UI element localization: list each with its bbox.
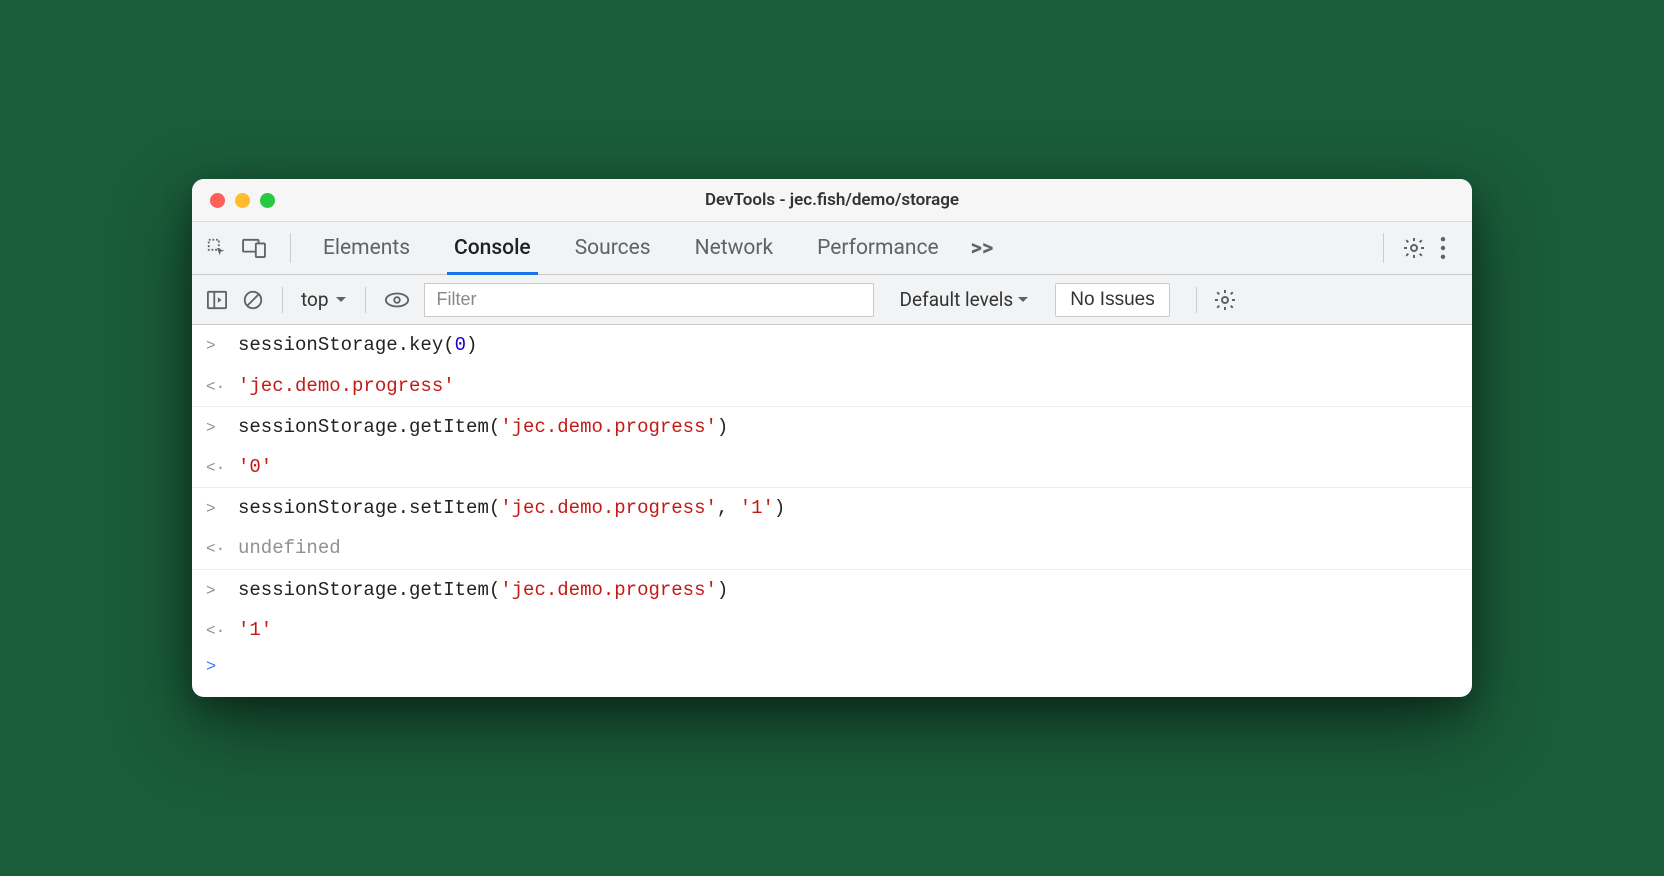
window-title: DevTools - jec.fish/demo/storage xyxy=(705,190,959,210)
code-text: '0' xyxy=(238,450,272,484)
chevron-down-icon xyxy=(1017,296,1029,304)
close-window-button[interactable] xyxy=(210,193,225,208)
code-text: undefined xyxy=(238,531,341,565)
clear-console-icon[interactable] xyxy=(242,289,264,311)
context-label: top xyxy=(301,288,329,311)
input-marker-icon: > xyxy=(206,577,238,606)
prompt-marker-icon: > xyxy=(206,653,238,684)
live-expression-icon[interactable] xyxy=(384,291,410,309)
console-output-row: <·'jec.demo.progress' xyxy=(192,366,1472,406)
traffic-lights xyxy=(210,193,275,208)
console-input-row: >sessionStorage.getItem('jec.demo.progre… xyxy=(192,406,1472,447)
tab-console[interactable]: Console xyxy=(432,222,553,274)
more-tabs-icon[interactable]: >> xyxy=(961,236,1004,261)
inspect-element-icon[interactable] xyxy=(206,237,228,259)
console-settings-icon[interactable] xyxy=(1213,288,1237,312)
log-levels-selector[interactable]: Default levels xyxy=(900,288,1030,311)
maximize-window-button[interactable] xyxy=(260,193,275,208)
code-text: sessionStorage.key(0) xyxy=(238,328,477,362)
console-toolbar: top Default levels No Issues xyxy=(192,275,1472,325)
output-marker-icon: <· xyxy=(206,617,238,646)
divider xyxy=(1383,233,1384,263)
divider xyxy=(290,233,291,263)
chevron-down-icon xyxy=(335,296,347,304)
main-toolbar: Elements Console Sources Network Perform… xyxy=(192,221,1472,275)
output-marker-icon: <· xyxy=(206,535,238,564)
code-text: '1' xyxy=(238,613,272,647)
console-output-row: <·'0' xyxy=(192,447,1472,487)
devtools-window: DevTools - jec.fish/demo/storage Element… xyxy=(192,179,1472,696)
tabs: Elements Console Sources Network Perform… xyxy=(301,222,1003,274)
input-marker-icon: > xyxy=(206,495,238,524)
titlebar: DevTools - jec.fish/demo/storage xyxy=(192,179,1472,221)
input-marker-icon: > xyxy=(206,332,238,361)
tab-sources[interactable]: Sources xyxy=(553,222,673,274)
context-selector[interactable]: top xyxy=(301,288,347,311)
code-text: sessionStorage.setItem('jec.demo.progres… xyxy=(238,491,785,525)
console-output: >sessionStorage.key(0)<·'jec.demo.progre… xyxy=(192,325,1472,696)
divider xyxy=(365,287,366,313)
settings-icon[interactable] xyxy=(1402,236,1426,260)
console-input-row: >sessionStorage.getItem('jec.demo.progre… xyxy=(192,569,1472,610)
toggle-sidebar-icon[interactable] xyxy=(206,290,228,310)
code-text: sessionStorage.getItem('jec.demo.progres… xyxy=(238,410,728,444)
console-output-row: <·undefined xyxy=(192,528,1472,568)
device-toolbar-icon[interactable] xyxy=(242,238,266,258)
output-marker-icon: <· xyxy=(206,454,238,483)
tab-performance[interactable]: Performance xyxy=(795,222,960,274)
divider xyxy=(1196,287,1197,313)
console-prompt-row[interactable]: > xyxy=(192,650,1472,687)
console-output-row: <·'1' xyxy=(192,610,1472,650)
minimize-window-button[interactable] xyxy=(235,193,250,208)
log-levels-label: Default levels xyxy=(900,288,1014,311)
issues-button[interactable]: No Issues xyxy=(1055,283,1169,317)
code-text: 'jec.demo.progress' xyxy=(238,369,455,403)
filter-input[interactable] xyxy=(424,283,874,317)
tab-network[interactable]: Network xyxy=(673,222,796,274)
code-text: sessionStorage.getItem('jec.demo.progres… xyxy=(238,573,728,607)
divider xyxy=(282,287,283,313)
console-input-row: >sessionStorage.key(0) xyxy=(192,325,1472,365)
output-marker-icon: <· xyxy=(206,373,238,402)
input-marker-icon: > xyxy=(206,414,238,443)
kebab-menu-icon[interactable] xyxy=(1434,237,1452,259)
tab-elements[interactable]: Elements xyxy=(301,222,432,274)
console-input-row: >sessionStorage.setItem('jec.demo.progre… xyxy=(192,487,1472,528)
